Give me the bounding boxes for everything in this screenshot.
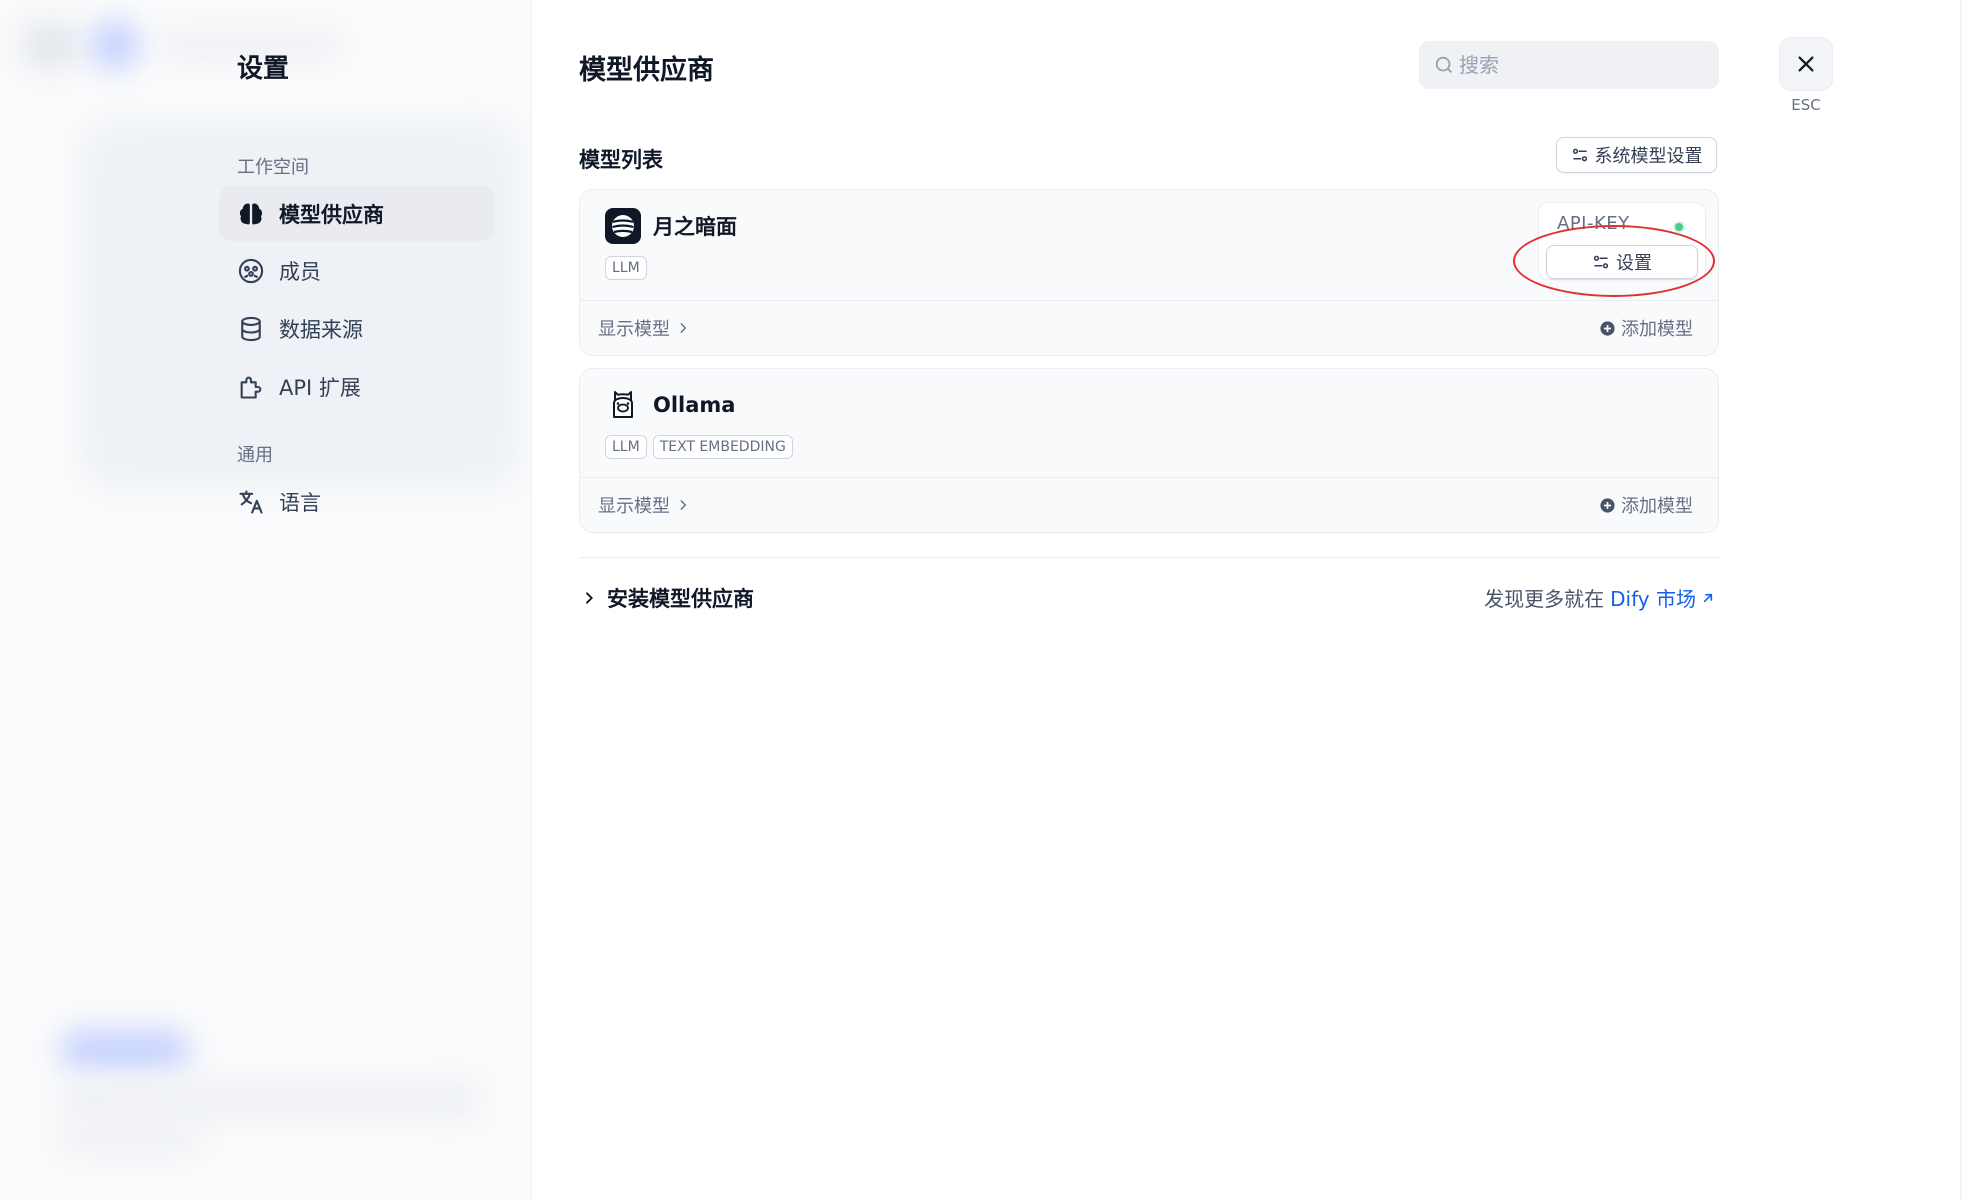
members-icon [237, 257, 265, 285]
add-model-button[interactable]: 添加模型 [1599, 315, 1693, 341]
api-key-status-indicator [1673, 221, 1685, 233]
sidebar-item-language[interactable]: 语言 [219, 474, 494, 529]
brain-icon [237, 200, 265, 228]
annotation-highlight-ellipse [1513, 225, 1715, 297]
section-label-general: 通用 [237, 445, 273, 466]
plus-circle-icon [1600, 497, 1615, 513]
settings-title: 设置 [237, 54, 290, 84]
provider-name: Ollama [653, 393, 736, 417]
background-app-blurred [0, 0, 531, 1201]
show-models-label: 显示模型 [598, 319, 670, 340]
provider-tag: TEXT EMBEDDING [652, 435, 793, 459]
add-model-label: 添加模型 [1621, 319, 1693, 340]
sidebar-item-api-extension[interactable]: API 扩展 [219, 359, 494, 414]
dify-marketplace-link[interactable]: Dify 市场 [1610, 583, 1716, 612]
model-list-title: 模型列表 [579, 148, 663, 172]
sidebar-item-label: 语言 [279, 490, 321, 515]
sidebar-divider [531, 0, 532, 1201]
ollama-logo [613, 391, 633, 418]
section-divider [579, 557, 1719, 558]
sidebar-item-members[interactable]: 成员 [219, 243, 494, 298]
sidebar-item-model-provider[interactable]: 模型供应商 [219, 186, 494, 241]
show-models-button[interactable]: 显示模型 [598, 315, 690, 341]
external-link-icon [1703, 593, 1713, 602]
search-input[interactable] [1459, 53, 1699, 77]
show-models-button[interactable]: 显示模型 [598, 492, 690, 518]
sidebar-item-label: 成员 [279, 259, 321, 284]
moonshot-logo [605, 208, 641, 244]
database-icon [237, 315, 265, 343]
sidebar-item-label: 模型供应商 [279, 202, 384, 227]
marketplace-label: Dify 市场 [1610, 587, 1696, 611]
system-model-settings-button[interactable]: 系统模型设置 [1556, 137, 1717, 173]
sidebar-item-label: 数据来源 [279, 317, 363, 342]
close-button[interactable] [1779, 37, 1833, 91]
add-model-label: 添加模型 [1621, 496, 1693, 517]
provider-card-ollama: Ollama LLM TEXT EMBEDDING 显示模型 添加模型 [579, 368, 1719, 533]
provider-card-footer: 显示模型 添加模型 [580, 477, 1718, 532]
chevron-right-icon [586, 592, 593, 604]
plus-circle-icon [1600, 320, 1615, 336]
search-icon [1435, 56, 1452, 73]
system-model-settings-label: 系统模型设置 [1594, 146, 1703, 167]
discover-text: 发现更多就在 [1484, 587, 1605, 611]
section-label-workspace: 工作空间 [237, 157, 309, 178]
sidebar-item-data-source[interactable]: 数据来源 [219, 301, 494, 356]
show-models-label: 显示模型 [598, 496, 670, 517]
page-title: 模型供应商 [579, 55, 714, 86]
search-box[interactable] [1419, 41, 1719, 89]
provider-tag: LLM [605, 256, 647, 280]
chevron-right-icon [680, 500, 687, 510]
sidebar-item-label: API 扩展 [279, 375, 361, 400]
provider-tag: LLM [605, 435, 647, 459]
provider-name: 月之暗面 [653, 215, 737, 239]
sliders-icon [1572, 148, 1587, 162]
add-model-button[interactable]: 添加模型 [1599, 492, 1693, 518]
install-provider-toggle[interactable]: 安装模型供应商 [581, 583, 754, 613]
close-icon [1798, 56, 1814, 72]
puzzle-icon [237, 373, 265, 401]
install-provider-label: 安装模型供应商 [607, 587, 754, 611]
chevron-right-icon [680, 323, 687, 333]
esc-label: ESC [1791, 96, 1821, 114]
discover-more: 发现更多就在 Dify 市场 [1484, 583, 1716, 612]
provider-card-footer: 显示模型 添加模型 [580, 300, 1718, 355]
translate-icon [237, 488, 265, 516]
